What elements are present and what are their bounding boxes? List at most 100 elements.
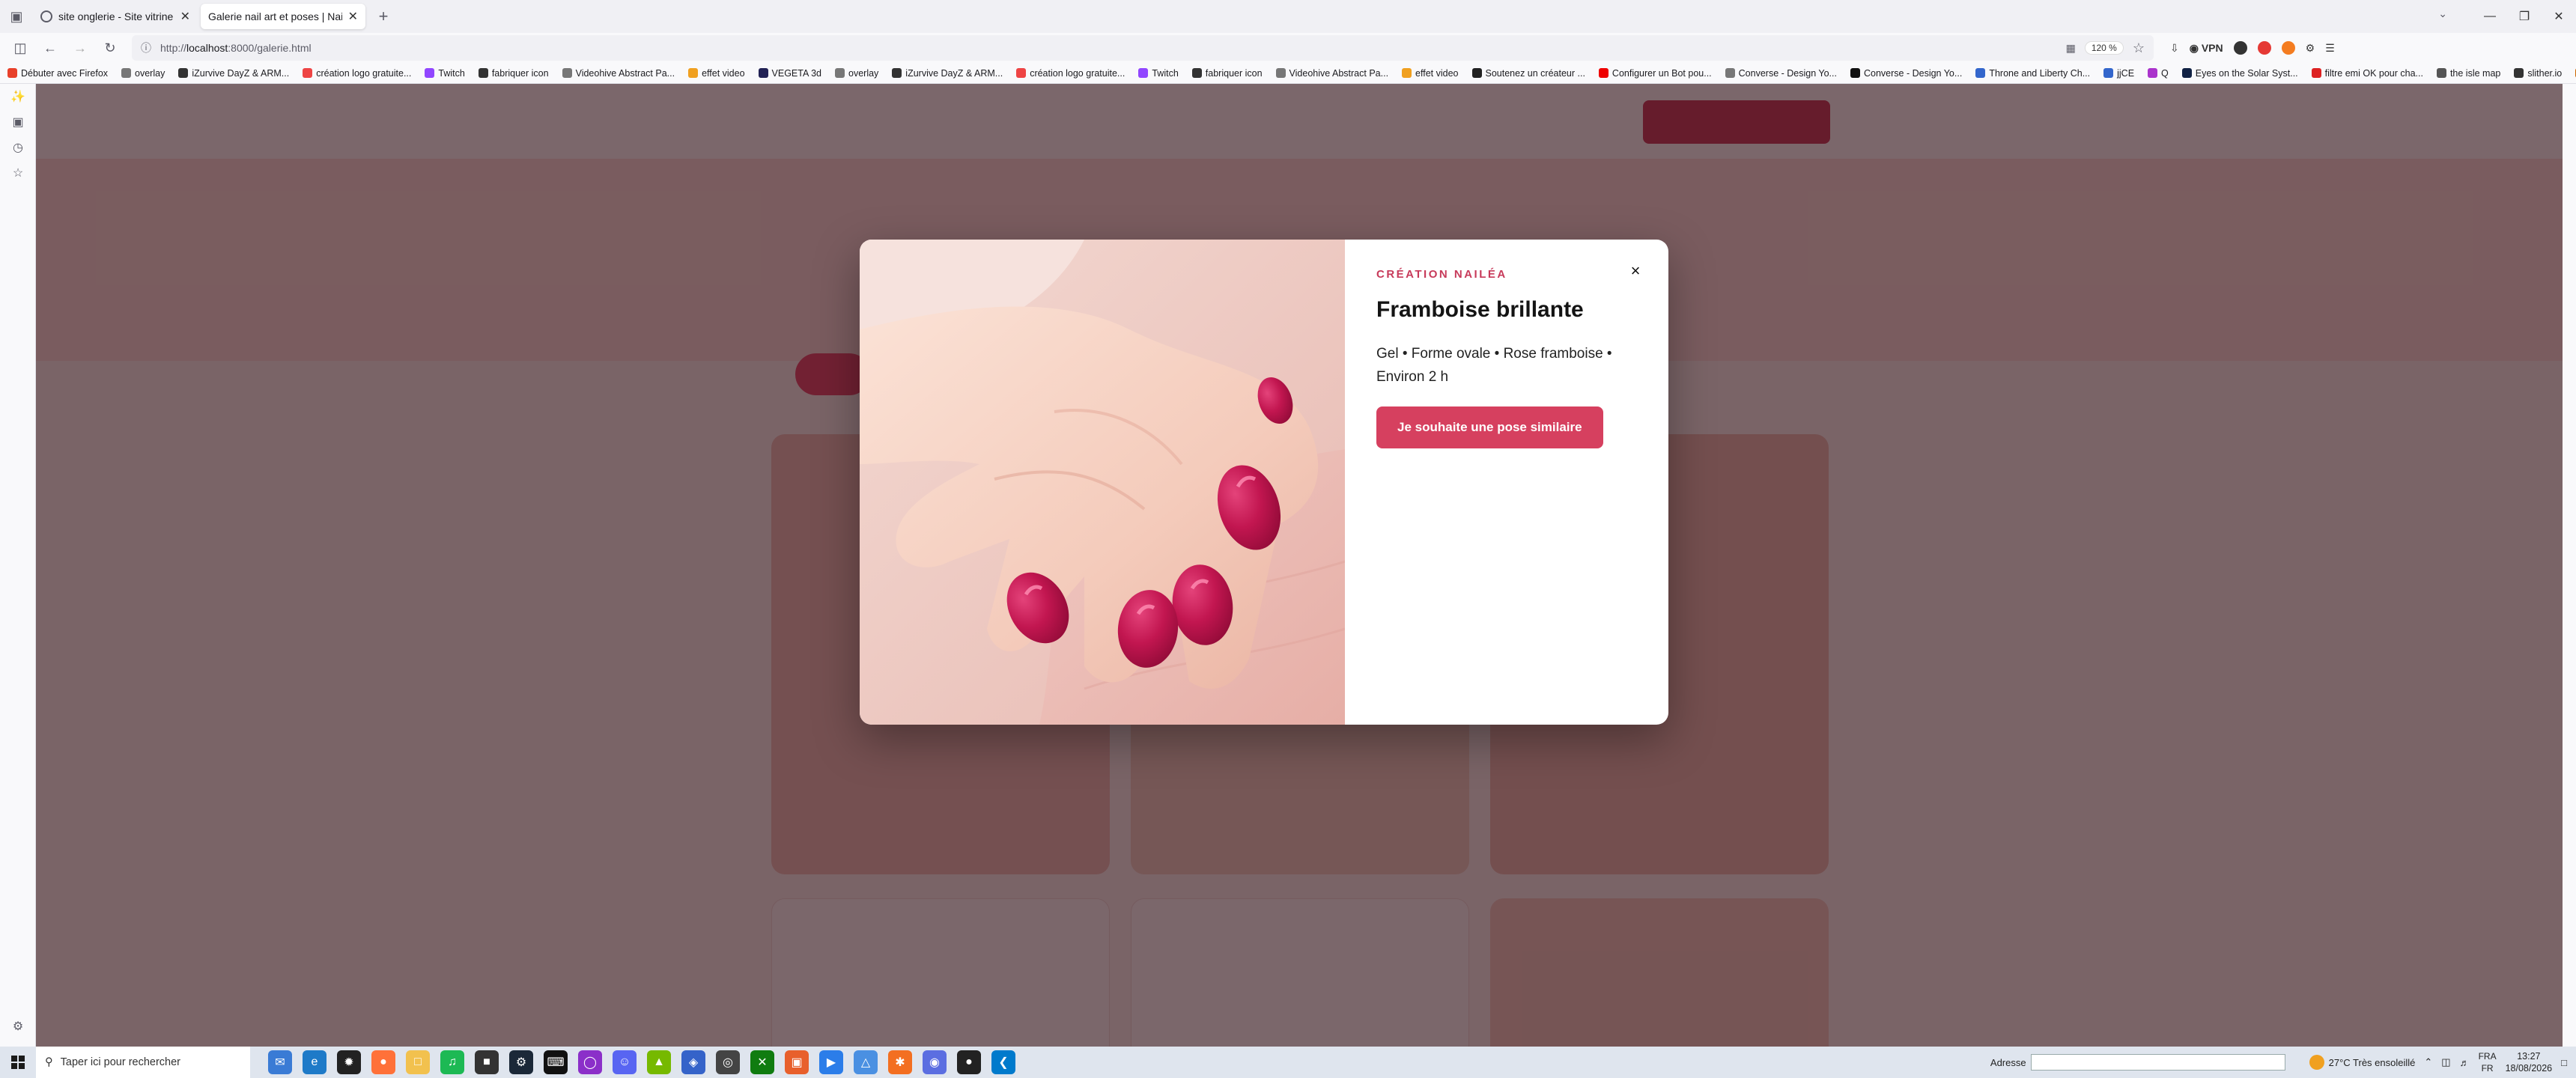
- app-icon[interactable]: △: [854, 1050, 878, 1074]
- minimize-button[interactable]: —: [2473, 0, 2507, 33]
- bookmark-label: création logo gratuite...: [1030, 67, 1126, 79]
- bookmark-item[interactable]: Videohive Abstract Pa...: [562, 68, 675, 79]
- close-tab-icon[interactable]: ✕: [180, 9, 190, 24]
- spotify-app-icon[interactable]: ♫: [440, 1050, 464, 1074]
- bookmark-star-icon[interactable]: ☆: [2133, 40, 2145, 56]
- bookmark-item[interactable]: Q: [2148, 68, 2169, 79]
- extensions-puzzle-icon[interactable]: ⚙: [2306, 42, 2315, 55]
- address-label: Adresse: [1990, 1056, 2026, 1068]
- bookmark-item[interactable]: filtre emi OK pour cha...: [2311, 68, 2423, 79]
- tab-site-onglerie[interactable]: site onglerie - Site vitrine prothè ✕: [33, 4, 198, 29]
- app-icon[interactable]: ◈: [681, 1050, 705, 1074]
- bookmark-item[interactable]: overlay: [835, 68, 878, 79]
- bookmark-item[interactable]: VEGETA 3d: [758, 68, 821, 79]
- back-button[interactable]: ←: [37, 35, 63, 61]
- bookmark-item[interactable]: fabriquer icon: [1191, 67, 1263, 79]
- mail-app-icon[interactable]: ✉: [268, 1050, 292, 1074]
- vscode-app-icon[interactable]: ❮: [991, 1050, 1015, 1074]
- bookmark-item[interactable]: slither.io: [2514, 68, 2562, 79]
- modal-close-icon[interactable]: ×: [1626, 261, 1644, 280]
- extension-icon[interactable]: [2281, 41, 2295, 55]
- tab-galerie[interactable]: Galerie nail art et poses | Nailéa [W ✕: [201, 4, 365, 29]
- network-icon[interactable]: ◫: [2441, 1056, 2450, 1068]
- bookmark-item[interactable]: Twitch: [1138, 68, 1179, 79]
- bookmark-item[interactable]: Videohive Abstract Pa...: [1275, 68, 1388, 79]
- bookmark-item[interactable]: Throne and Liberty Ch...: [1975, 68, 2090, 79]
- app-icon[interactable]: ◎: [716, 1050, 740, 1074]
- edge-app-icon[interactable]: e: [303, 1050, 326, 1074]
- chatgpt-app-icon[interactable]: ✹: [337, 1050, 361, 1074]
- notifications-icon[interactable]: □: [2561, 1057, 2567, 1068]
- bookmark-item[interactable]: effet video: [1402, 68, 1459, 79]
- customize-gear-icon[interactable]: ⚙: [0, 1014, 36, 1039]
- bookmark-label: Configurer un Bot pou...: [1611, 67, 1712, 79]
- reload-button[interactable]: ↻: [97, 35, 123, 61]
- start-button[interactable]: [0, 1047, 36, 1078]
- app-icon[interactable]: ✱: [888, 1050, 912, 1074]
- forward-button[interactable]: →: [67, 35, 93, 61]
- bookmark-item[interactable]: effet video: [688, 68, 745, 79]
- nail-photo: [860, 240, 1345, 725]
- restore-button[interactable]: ❐: [2507, 0, 2542, 33]
- extension-icon[interactable]: [2233, 41, 2247, 55]
- language-indicator[interactable]: FRA FR: [2479, 1050, 2497, 1074]
- bookmark-item[interactable]: Configurer un Bot pou...: [1598, 67, 1712, 79]
- bookmark-item[interactable]: iZurvive DayZ & ARM...: [892, 68, 1003, 79]
- github-app-icon[interactable]: ●: [957, 1050, 981, 1074]
- bookmarks-star-icon[interactable]: ☆: [0, 160, 36, 186]
- file-explorer-icon[interactable]: □: [406, 1050, 430, 1074]
- close-tab-icon[interactable]: ✕: [348, 9, 358, 24]
- site-info-icon[interactable]: ⓘ: [141, 40, 151, 55]
- taskbar-search[interactable]: ⚲ Taper ici pour rechercher: [36, 1047, 250, 1078]
- bookmark-item[interactable]: jjCE: [2103, 68, 2134, 79]
- address-toolbar: Adresse: [1990, 1054, 2285, 1071]
- bookmark-label: fabriquer icon: [1205, 67, 1263, 79]
- app-icon[interactable]: ▶: [819, 1050, 843, 1074]
- tray-chevron-icon[interactable]: ⌃: [2424, 1056, 2432, 1068]
- discord-app-icon[interactable]: ☺: [613, 1050, 637, 1074]
- history-icon[interactable]: ◷: [0, 135, 36, 160]
- zoom-level[interactable]: 120 %: [2084, 41, 2124, 55]
- bookmark-item[interactable]: the isle map: [2436, 68, 2500, 79]
- clock-time: 13:27: [2517, 1051, 2541, 1062]
- menu-hamburger-icon[interactable]: ☰: [2325, 42, 2335, 55]
- app-icon[interactable]: ◯: [578, 1050, 602, 1074]
- app-icon[interactable]: ■: [475, 1050, 499, 1074]
- app-icon[interactable]: ▣: [785, 1050, 809, 1074]
- weather-widget[interactable]: 27°C Très ensoleillé: [2309, 1055, 2415, 1070]
- ai-chatbot-icon[interactable]: ✨: [0, 84, 36, 109]
- terminal-app-icon[interactable]: ⌨: [544, 1050, 568, 1074]
- clock[interactable]: 13:27 18/08/2026: [2506, 1050, 2553, 1074]
- vpn-button[interactable]: ◉ VPN: [2190, 42, 2223, 55]
- bookmark-item[interactable]: création logo gratuite...: [1016, 68, 1125, 79]
- url-bar[interactable]: ⓘ http://localhost:8000/galerie.html ▦ 1…: [132, 35, 2154, 61]
- bookmark-item[interactable]: Converse - Design Yo...: [1725, 68, 1837, 79]
- request-similar-button[interactable]: Je souhaite une pose similaire: [1376, 406, 1603, 448]
- extension-icon[interactable]: [2257, 41, 2271, 55]
- bookmark-item[interactable]: fabriquer icon: [478, 68, 549, 79]
- bookmark-item[interactable]: overlay: [121, 68, 165, 79]
- reader-view-icon[interactable]: ▦: [2066, 42, 2076, 55]
- nvidia-app-icon[interactable]: ▲: [647, 1050, 671, 1074]
- address-input[interactable]: [2030, 1054, 2285, 1071]
- sidebar-toggle-icon[interactable]: ◫: [7, 35, 33, 61]
- firefox-app-icon[interactable]: ●: [371, 1050, 395, 1074]
- synced-tabs-icon[interactable]: ▣: [0, 109, 36, 135]
- bookmark-item[interactable]: iZurvive DayZ & ARM...: [178, 68, 289, 79]
- app-icon[interactable]: ◉: [923, 1050, 947, 1074]
- downloads-icon[interactable]: ⇩: [2170, 42, 2179, 55]
- steam-app-icon[interactable]: ⚙: [509, 1050, 533, 1074]
- tab-sidebar-icon[interactable]: ▣: [0, 0, 33, 33]
- bookmark-item[interactable]: Eyes on the Solar Syst...: [2181, 68, 2298, 79]
- close-window-button[interactable]: ✕: [2542, 0, 2576, 33]
- tab-list-chevron-icon[interactable]: ⌄: [2438, 7, 2447, 20]
- bookmark-item[interactable]: Converse - Design Yo...: [1850, 68, 1962, 79]
- bookmark-item[interactable]: création logo gratuite...: [303, 68, 411, 79]
- xbox-app-icon[interactable]: ✕: [750, 1050, 774, 1074]
- url-text[interactable]: http://localhost:8000/galerie.html: [160, 42, 2057, 54]
- volume-icon[interactable]: ♬: [2460, 1057, 2470, 1068]
- new-tab-button[interactable]: +: [368, 4, 398, 29]
- bookmark-item[interactable]: Soutenez un créateur ...: [1471, 68, 1585, 79]
- bookmark-item[interactable]: Twitch: [425, 68, 465, 79]
- bookmark-item[interactable]: Débuter avec Firefox: [7, 68, 108, 79]
